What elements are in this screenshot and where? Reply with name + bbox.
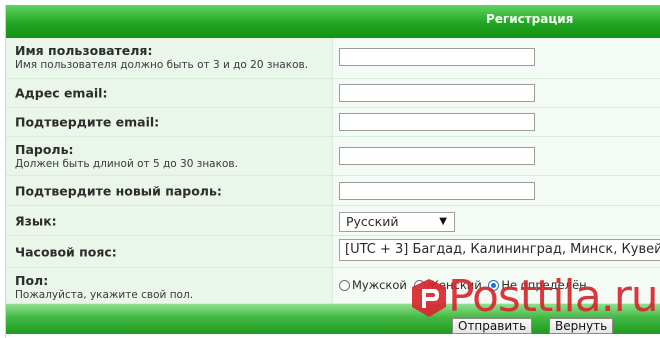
chevron-down-icon: ▼ bbox=[439, 216, 447, 227]
password-confirm-label: Подтвердите новый пароль: bbox=[15, 183, 222, 198]
username-row: Имя пользователя: Имя пользователя должн… bbox=[6, 38, 660, 79]
email-label: Адрес email: bbox=[15, 85, 108, 101]
email-confirm-value-cell bbox=[333, 108, 660, 137]
watermark-logo-icon bbox=[412, 279, 446, 317]
timezone-label: Часовой пояс: bbox=[15, 244, 117, 259]
password-hint: Должен быть длиной от 5 до 30 знаков. bbox=[15, 158, 238, 170]
password-input[interactable] bbox=[339, 147, 535, 165]
gender-label-cell: Пол: Пожалуйста, укажите свой пол. bbox=[6, 268, 333, 304]
gender-male-label: Мужской bbox=[352, 278, 407, 292]
username-label-cell: Имя пользователя: Имя пользователя должн… bbox=[6, 38, 333, 79]
password-row: Пароль: Должен быть длиной от 5 до 30 зн… bbox=[6, 137, 660, 176]
email-value-cell bbox=[333, 79, 660, 108]
language-label-cell: Язык: bbox=[6, 206, 333, 236]
radio-male[interactable] bbox=[339, 280, 350, 291]
email-row: Адрес email: bbox=[6, 79, 660, 108]
email-confirm-input[interactable] bbox=[339, 113, 535, 131]
form-header: Регистрация bbox=[6, 5, 660, 38]
gender-hint: Пожалуйста, укажите свой пол. bbox=[15, 289, 194, 301]
language-value-cell: Русский ▼ bbox=[333, 206, 660, 236]
email-confirm-label-cell: Подтвердите email: bbox=[6, 108, 333, 137]
username-hint: Имя пользователя должно быть от 3 и до 2… bbox=[15, 59, 309, 71]
username-input[interactable] bbox=[339, 48, 535, 66]
email-confirm-row: Подтвердите email: bbox=[6, 108, 660, 137]
username-value-cell bbox=[333, 38, 660, 79]
gender-option-male[interactable]: Мужской bbox=[339, 278, 407, 292]
timezone-selected: [UTC + 3] Багдад, Калининград, Минск, Ку… bbox=[345, 242, 660, 257]
email-input[interactable] bbox=[339, 84, 535, 102]
timezone-label-cell: Часовой пояс: bbox=[6, 236, 333, 268]
gender-label: Пол: bbox=[15, 273, 49, 288]
password-confirm-row: Подтвердите новый пароль: bbox=[6, 176, 660, 206]
password-value-cell bbox=[333, 137, 660, 176]
password-label-cell: Пароль: Должен быть длиной от 5 до 30 зн… bbox=[6, 137, 333, 176]
timezone-value-cell: [UTC + 3] Багдад, Калининград, Минск, Ку… bbox=[333, 236, 660, 268]
password-confirm-value-cell bbox=[333, 176, 660, 206]
registration-form: Регистрация Имя пользователя: Имя пользо… bbox=[5, 5, 660, 338]
language-select[interactable]: Русский ▼ bbox=[339, 212, 455, 232]
language-selected: Русский bbox=[346, 214, 399, 229]
password-label: Пароль: bbox=[15, 142, 74, 157]
timezone-row: Часовой пояс: [UTC + 3] Багдад, Калининг… bbox=[6, 236, 660, 268]
username-label: Имя пользователя: bbox=[15, 43, 153, 58]
watermark-text: Posttila.ru bbox=[448, 271, 659, 322]
form-title: Регистрация bbox=[486, 12, 574, 26]
password-confirm-label-cell: Подтвердите новый пароль: bbox=[6, 176, 333, 206]
language-row: Язык: Русский ▼ bbox=[6, 206, 660, 236]
email-label-cell: Адрес email: bbox=[6, 79, 333, 108]
timezone-select[interactable]: [UTC + 3] Багдад, Калининград, Минск, Ку… bbox=[339, 239, 660, 261]
email-confirm-label: Подтвердите email: bbox=[15, 114, 160, 130]
language-label: Язык: bbox=[15, 213, 57, 228]
password-confirm-input[interactable] bbox=[339, 182, 535, 200]
